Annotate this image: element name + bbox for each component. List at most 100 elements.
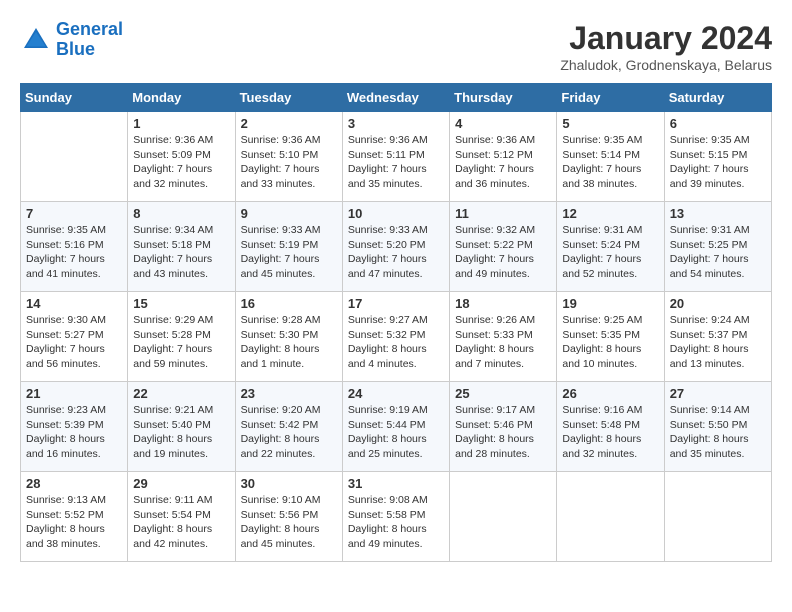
day-header-saturday: Saturday	[664, 84, 771, 112]
cell-content: Sunrise: 9:35 AMSunset: 5:16 PMDaylight:…	[26, 223, 122, 282]
calendar-cell: 4Sunrise: 9:36 AMSunset: 5:12 PMDaylight…	[450, 112, 557, 202]
cell-content: Sunrise: 9:10 AMSunset: 5:56 PMDaylight:…	[241, 493, 337, 552]
cell-content: Sunrise: 9:33 AMSunset: 5:19 PMDaylight:…	[241, 223, 337, 282]
calendar-cell: 19 Sunrise: 9:25 AMSunset: 5:35 PMDayligh…	[557, 292, 664, 382]
month-title: January 2024	[560, 20, 772, 57]
day-number: 22	[133, 386, 229, 401]
logo-line2: Blue	[56, 39, 95, 59]
day-number: 13	[670, 206, 766, 221]
calendar-cell: 26Sunrise: 9:16 AMSunset: 5:48 PMDayligh…	[557, 382, 664, 472]
day-header-tuesday: Tuesday	[235, 84, 342, 112]
cell-content: Sunrise: 9:32 AMSunset: 5:22 PMDaylight:…	[455, 223, 551, 282]
day-number: 21	[26, 386, 122, 401]
day-header-monday: Monday	[128, 84, 235, 112]
cell-content: Sunrise: 9:19 AMSunset: 5:44 PMDaylight:…	[348, 403, 444, 462]
cell-content: Sunrise: 9:13 AMSunset: 5:52 PMDaylight:…	[26, 493, 122, 552]
calendar-cell: 6 Sunrise: 9:35 AMSunset: 5:15 PMDaylight…	[664, 112, 771, 202]
cell-content: Sunrise: 9:36 AMSunset: 5:10 PMDaylight:…	[241, 133, 337, 192]
calendar-cell: 28 Sunrise: 9:13 AMSunset: 5:52 PMDayligh…	[21, 472, 128, 562]
calendar-cell: 30 Sunrise: 9:10 AMSunset: 5:56 PMDayligh…	[235, 472, 342, 562]
day-number: 12	[562, 206, 658, 221]
calendar-cell: 20 Sunrise: 9:24 AMSunset: 5:37 PMDayligh…	[664, 292, 771, 382]
day-number: 9	[241, 206, 337, 221]
week-row-4: 21 Sunrise: 9:23 AMSunset: 5:39 PMDayligh…	[21, 382, 772, 472]
calendar-cell: 10Sunrise: 9:33 AMSunset: 5:20 PMDayligh…	[342, 202, 449, 292]
week-row-5: 28 Sunrise: 9:13 AMSunset: 5:52 PMDayligh…	[21, 472, 772, 562]
day-number: 14	[26, 296, 122, 311]
calendar-cell: 29 Sunrise: 9:11 AMSunset: 5:54 PMDayligh…	[128, 472, 235, 562]
calendar-cell: 9 Sunrise: 9:33 AMSunset: 5:19 PMDaylight…	[235, 202, 342, 292]
calendar-cell: 8Sunrise: 9:34 AMSunset: 5:18 PMDaylight…	[128, 202, 235, 292]
calendar-cell: 7Sunrise: 9:35 AMSunset: 5:16 PMDaylight…	[21, 202, 128, 292]
logo-icon	[20, 24, 52, 56]
location-subtitle: Zhaludok, Grodnenskaya, Belarus	[560, 57, 772, 73]
day-number: 26	[562, 386, 658, 401]
calendar-cell: 5Sunrise: 9:35 AMSunset: 5:14 PMDaylight…	[557, 112, 664, 202]
calendar-cell	[21, 112, 128, 202]
week-row-1: 1Sunrise: 9:36 AMSunset: 5:09 PMDaylight…	[21, 112, 772, 202]
calendar-cell: 27Sunrise: 9:14 AMSunset: 5:50 PMDayligh…	[664, 382, 771, 472]
cell-content: Sunrise: 9:26 AMSunset: 5:33 PMDaylight:…	[455, 313, 551, 372]
day-header-wednesday: Wednesday	[342, 84, 449, 112]
calendar-cell: 24Sunrise: 9:19 AMSunset: 5:44 PMDayligh…	[342, 382, 449, 472]
day-number: 1	[133, 116, 229, 131]
day-number: 17	[348, 296, 444, 311]
day-number: 11	[455, 206, 551, 221]
cell-content: Sunrise: 9:08 AMSunset: 5:58 PMDaylight:…	[348, 493, 444, 552]
calendar-cell: 13 Sunrise: 9:31 AMSunset: 5:25 PMDayligh…	[664, 202, 771, 292]
header: General Blue January 2024 Zhaludok, Grod…	[20, 20, 772, 73]
calendar-cell: 21 Sunrise: 9:23 AMSunset: 5:39 PMDayligh…	[21, 382, 128, 472]
calendar-cell: 1Sunrise: 9:36 AMSunset: 5:09 PMDaylight…	[128, 112, 235, 202]
day-number: 3	[348, 116, 444, 131]
day-number: 28	[26, 476, 122, 491]
day-number: 8	[133, 206, 229, 221]
calendar-cell: 25 Sunrise: 9:17 AMSunset: 5:46 PMDayligh…	[450, 382, 557, 472]
calendar-cell: 18 Sunrise: 9:26 AMSunset: 5:33 PMDayligh…	[450, 292, 557, 382]
cell-content: Sunrise: 9:28 AMSunset: 5:30 PMDaylight:…	[241, 313, 337, 372]
logo-line1: General	[56, 19, 123, 39]
calendar-cell: 23 Sunrise: 9:20 AMSunset: 5:42 PMDayligh…	[235, 382, 342, 472]
day-number: 19	[562, 296, 658, 311]
cell-content: Sunrise: 9:25 AMSunset: 5:35 PMDaylight:…	[562, 313, 658, 372]
day-number: 18	[455, 296, 551, 311]
day-number: 29	[133, 476, 229, 491]
calendar-cell: 3 Sunrise: 9:36 AMSunset: 5:11 PMDaylight…	[342, 112, 449, 202]
cell-content: Sunrise: 9:23 AMSunset: 5:39 PMDaylight:…	[26, 403, 122, 462]
day-header-thursday: Thursday	[450, 84, 557, 112]
day-number: 15	[133, 296, 229, 311]
cell-content: Sunrise: 9:21 AMSunset: 5:40 PMDaylight:…	[133, 403, 229, 462]
cell-content: Sunrise: 9:14 AMSunset: 5:50 PMDaylight:…	[670, 403, 766, 462]
calendar-cell: 2 Sunrise: 9:36 AMSunset: 5:10 PMDaylight…	[235, 112, 342, 202]
day-number: 2	[241, 116, 337, 131]
cell-content: Sunrise: 9:36 AMSunset: 5:11 PMDaylight:…	[348, 133, 444, 192]
day-number: 31	[348, 476, 444, 491]
calendar-cell: 15 Sunrise: 9:29 AMSunset: 5:28 PMDayligh…	[128, 292, 235, 382]
cell-content: Sunrise: 9:36 AMSunset: 5:12 PMDaylight:…	[455, 133, 551, 192]
calendar-cell: 11 Sunrise: 9:32 AMSunset: 5:22 PMDayligh…	[450, 202, 557, 292]
week-row-2: 7Sunrise: 9:35 AMSunset: 5:16 PMDaylight…	[21, 202, 772, 292]
cell-content: Sunrise: 9:33 AMSunset: 5:20 PMDaylight:…	[348, 223, 444, 282]
cell-content: Sunrise: 9:27 AMSunset: 5:32 PMDaylight:…	[348, 313, 444, 372]
day-number: 6	[670, 116, 766, 131]
logo: General Blue	[20, 20, 123, 60]
logo-text: General Blue	[56, 20, 123, 60]
calendar-cell	[557, 472, 664, 562]
cell-content: Sunrise: 9:29 AMSunset: 5:28 PMDaylight:…	[133, 313, 229, 372]
day-number: 20	[670, 296, 766, 311]
cell-content: Sunrise: 9:17 AMSunset: 5:46 PMDaylight:…	[455, 403, 551, 462]
day-number: 23	[241, 386, 337, 401]
calendar-cell: 16 Sunrise: 9:28 AMSunset: 5:30 PMDayligh…	[235, 292, 342, 382]
cell-content: Sunrise: 9:24 AMSunset: 5:37 PMDaylight:…	[670, 313, 766, 372]
calendar-cell: 31 Sunrise: 9:08 AMSunset: 5:58 PMDayligh…	[342, 472, 449, 562]
day-number: 25	[455, 386, 551, 401]
cell-content: Sunrise: 9:31 AMSunset: 5:25 PMDaylight:…	[670, 223, 766, 282]
calendar-cell	[664, 472, 771, 562]
calendar-cell: 14Sunrise: 9:30 AMSunset: 5:27 PMDayligh…	[21, 292, 128, 382]
day-number: 16	[241, 296, 337, 311]
cell-content: Sunrise: 9:11 AMSunset: 5:54 PMDaylight:…	[133, 493, 229, 552]
cell-content: Sunrise: 9:35 AMSunset: 5:15 PMDaylight:…	[670, 133, 766, 192]
calendar-cell: 12Sunrise: 9:31 AMSunset: 5:24 PMDayligh…	[557, 202, 664, 292]
day-number: 30	[241, 476, 337, 491]
calendar-cell: 17 Sunrise: 9:27 AMSunset: 5:32 PMDayligh…	[342, 292, 449, 382]
cell-content: Sunrise: 9:20 AMSunset: 5:42 PMDaylight:…	[241, 403, 337, 462]
